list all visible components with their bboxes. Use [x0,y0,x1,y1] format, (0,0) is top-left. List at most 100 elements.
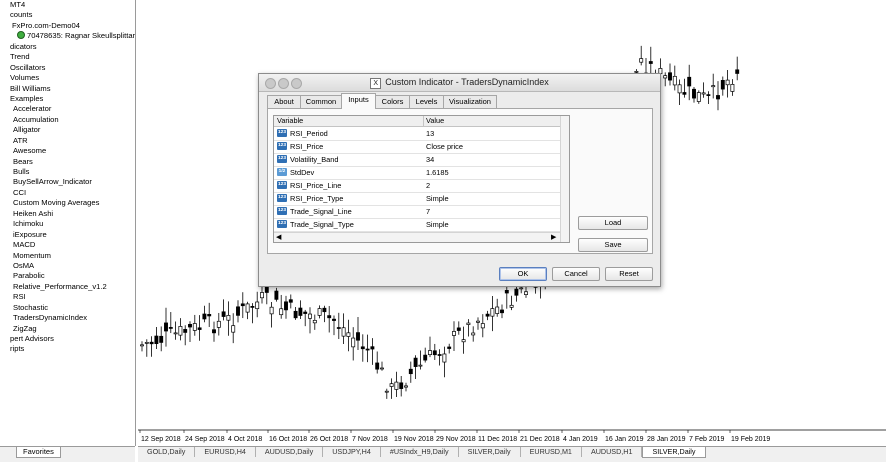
navigator-item[interactable]: Heiken Ashi [0,209,135,219]
value-cell[interactable]: 2 [426,179,430,192]
navigator-item[interactable]: ATR [0,136,135,146]
table-row[interactable]: 123 Trade_Signal_Type Simple [274,218,560,232]
value-cell[interactable]: 7 [426,205,430,218]
navigator-item[interactable]: Parabolic [0,271,135,281]
int-type-icon: 123 [277,155,287,163]
navigator-item[interactable]: Trend [0,52,135,62]
candle [375,351,380,374]
ok-button[interactable]: OK [499,267,547,281]
vertical-scrollbar[interactable] [560,116,569,242]
candle [687,64,692,101]
tab-visualization[interactable]: Visualization [443,95,497,108]
candle [250,303,255,324]
navigator-item[interactable]: Accumulation [0,115,135,125]
navigator-item[interactable]: TradersDynamicIndex [0,313,135,323]
value-cell[interactable]: 1.6185 [426,166,449,179]
save-button[interactable]: Save [578,238,648,252]
chart-tab[interactable]: #USIndx_H9,Daily [381,447,459,457]
candle [149,336,154,357]
tab-inputs[interactable]: Inputs [341,93,376,109]
navigator-item-label: Awesome [13,146,47,156]
chart-tab[interactable]: SILVER,Daily [642,447,706,458]
zoom-dot-icon[interactable] [291,78,302,89]
minimize-dot-icon[interactable] [278,78,289,89]
navigator-item[interactable]: Relative_Performance_v1.2 [0,282,135,292]
navigator-item[interactable]: ripts [0,344,135,354]
navigator-item[interactable]: Examples [0,94,135,104]
candle [240,292,245,319]
candle [164,307,168,347]
navigator-item[interactable]: Accelerator [0,104,135,114]
table-row[interactable]: 123 RSI_Price Close price [274,140,560,154]
chart-tab[interactable]: SILVER,Daily [459,447,521,457]
tab-favorites[interactable]: Favorites [16,447,61,458]
navigator-tabs: Favorites [0,446,135,462]
navigator-item[interactable]: iExposure [0,230,135,240]
navigator-item[interactable]: Awesome [0,146,135,156]
navigator-item[interactable]: FxPro.com-Demo04 [0,21,135,31]
navigator-item[interactable]: CCI [0,188,135,198]
variable-cell: Volatility_Band [290,155,339,164]
navigator-item[interactable]: MT4 [0,0,135,10]
value-cell[interactable]: 13 [426,127,434,140]
candle [696,90,701,104]
table-row[interactable]: 123 Trade_Signal_Line 7 [274,205,560,219]
navigator-item[interactable]: ZigZag [0,324,135,334]
value-cell[interactable]: Close price [426,140,463,153]
value-cell[interactable]: Simple [426,218,449,231]
load-button[interactable]: Load [578,216,648,230]
navigator-item[interactable]: Oscillators [0,63,135,73]
chart-tab[interactable]: AUDUSD,Daily [256,447,324,457]
chart-tab[interactable]: EURUSD,M1 [521,447,582,457]
custom-indicator-dialog: X Custom Indicator - TradersDynamicIndex … [258,73,661,287]
scroll-right-icon[interactable]: ▶ [551,233,556,242]
navigator-item[interactable]: dicators [0,42,135,52]
candle [432,343,437,360]
navigator-item[interactable]: Alligator [0,125,135,135]
navigator-item[interactable]: Volumes [0,73,135,83]
navigator-item[interactable]: MACD [0,240,135,250]
navigator-item-label: Heiken Ashi [13,208,54,218]
candle [226,301,231,336]
navigator-item[interactable]: Momentum [0,251,135,261]
candle [288,294,293,309]
candle [207,302,212,328]
navigator-item[interactable]: Bill Williams [0,84,135,94]
chart-tab[interactable]: USDJPY,H4 [323,447,381,457]
navigator-item[interactable]: RSI [0,292,135,302]
tab-about[interactable]: About [267,95,301,108]
candle [341,313,346,344]
chart-tab[interactable]: EURUSD,H4 [195,447,256,457]
navigator-item-label: TradersDynamicIndex [13,313,87,323]
chart-tab[interactable]: AUDUSD,H1 [582,447,643,457]
tab-colors[interactable]: Colors [375,95,410,108]
dialog-titlebar[interactable]: X Custom Indicator - TradersDynamicIndex [259,74,660,92]
table-row[interactable]: 123 RSI_Period 13 [274,127,560,141]
cancel-button[interactable]: Cancel [552,267,600,281]
close-dot-icon[interactable] [265,78,276,89]
navigator-item[interactable]: Bulls [0,167,135,177]
chart-tab[interactable]: GOLD,Daily [138,447,196,457]
value-cell[interactable]: Simple [426,192,449,205]
horizontal-scrollbar[interactable]: ◀ ▶ [274,232,560,242]
table-row[interactable]: 123 RSI_Price_Type Simple [274,192,560,206]
scroll-left-icon[interactable]: ◀ [276,233,281,242]
value-cell[interactable]: 34 [426,153,434,166]
navigator-item[interactable]: Bears [0,157,135,167]
tab-levels[interactable]: Levels [409,95,444,108]
navigator-item[interactable]: 70478635: Ragnar Skeullsplittar [0,31,135,41]
navigator-item[interactable]: Ichimoku [0,219,135,229]
navigator-item[interactable]: Stochastic [0,303,135,313]
navigator-item[interactable]: BuySellArrow_Indicator [0,177,135,187]
table-row[interactable]: 123 RSI_Price_Line 2 [274,179,560,193]
navigator-item[interactable]: pert Advisors [0,334,135,344]
navigator-item[interactable]: Custom Moving Averages [0,198,135,208]
table-row[interactable]: 1/2 StdDev 1.6185 [274,166,560,180]
reset-button[interactable]: Reset [605,267,653,281]
navigator-item-label: Accumulation [13,114,59,124]
table-row[interactable]: 123 Volatility_Band 34 [274,153,560,167]
navigator-item[interactable]: OsMA [0,261,135,271]
tab-common[interactable]: Common [300,95,342,108]
candle [380,361,384,371]
navigator-item[interactable]: counts [0,10,135,20]
